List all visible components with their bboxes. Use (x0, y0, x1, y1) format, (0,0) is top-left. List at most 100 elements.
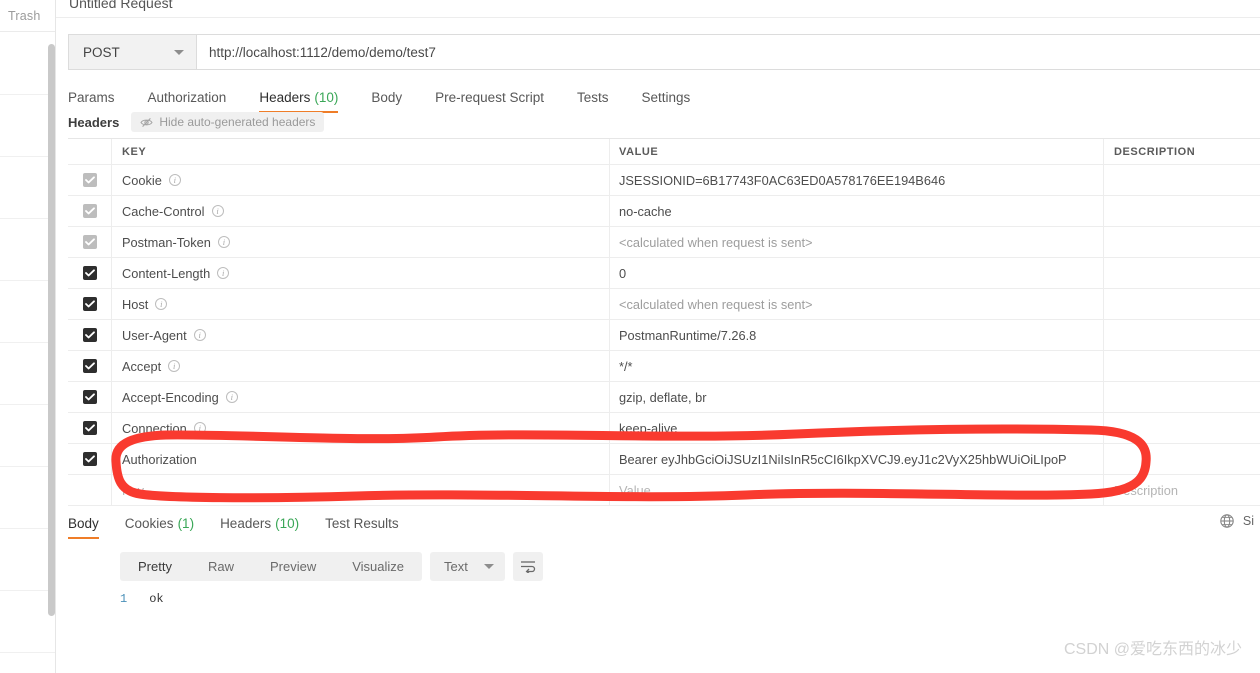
tab-params[interactable]: Params (68, 86, 115, 113)
tab-pre-request-script[interactable]: Pre-request Script (435, 86, 544, 113)
row-checkbox-cell (68, 351, 112, 381)
method-select[interactable]: POST (68, 34, 196, 70)
list-item[interactable] (0, 405, 55, 467)
tab-label: Tests (576, 90, 609, 105)
row-key-cell[interactable]: Content-Length i (112, 258, 610, 288)
row-key-cell[interactable]: User-Agent i (112, 320, 610, 350)
checkbox-icon[interactable] (82, 452, 97, 466)
tab-body[interactable]: Body (371, 86, 402, 113)
view-mode-pretty[interactable]: Pretty (120, 552, 190, 581)
wrap-lines-button[interactable] (512, 552, 543, 581)
view-mode-preview[interactable]: Preview (252, 552, 334, 581)
row-key-cell[interactable]: Host i (112, 289, 610, 319)
row-value-cell[interactable]: keep-alive (610, 413, 1104, 443)
list-item[interactable] (0, 591, 55, 653)
table-row[interactable]: Accept i */* (68, 351, 1260, 382)
row-key-cell[interactable]: Cache-Control i (112, 196, 610, 226)
response-tab-test-results[interactable]: Test Results (325, 512, 399, 539)
list-item[interactable] (0, 529, 55, 591)
info-icon[interactable]: i (155, 298, 168, 310)
list-item[interactable] (0, 33, 55, 95)
view-mode-raw[interactable]: Raw (190, 552, 252, 581)
row-key-cell[interactable]: Accept i (112, 351, 610, 381)
table-row[interactable]: Authorization Bearer eyJhbGciOiJSUzI1NiIs… (68, 444, 1260, 475)
table-row[interactable]: Accept-Encoding i gzip, deflate, br (68, 382, 1260, 413)
info-icon[interactable]: i (168, 360, 181, 372)
table-row-new[interactable]: Key Value Description (68, 475, 1260, 506)
row-key-cell[interactable]: Postman-Token i (112, 227, 610, 257)
row-description-cell[interactable] (1104, 289, 1260, 319)
row-value-cell[interactable]: PostmanRuntime/7.26.8 (610, 320, 1104, 350)
info-icon[interactable]: i (217, 267, 230, 279)
row-key-cell[interactable]: Connection i (112, 413, 610, 443)
tab-headers[interactable]: Headers (10) (259, 86, 339, 113)
list-item[interactable] (0, 219, 55, 281)
tab-authorization[interactable]: Authorization (148, 86, 227, 113)
new-row-description-input[interactable]: Description (1104, 475, 1260, 505)
row-value-cell[interactable]: 0 (610, 258, 1104, 288)
info-icon[interactable]: i (193, 422, 206, 434)
checkbox-icon[interactable] (82, 266, 97, 280)
tab-settings[interactable]: Settings (641, 86, 690, 113)
hide-auto-generated-headers-button[interactable]: Hide auto-generated headers (131, 112, 325, 132)
response-format-select[interactable]: Text (430, 552, 505, 581)
table-row[interactable]: User-Agent i PostmanRuntime/7.26.8 (68, 320, 1260, 351)
row-description-cell[interactable] (1104, 258, 1260, 288)
url-input[interactable]: http://localhost:1112/demo/demo/test7 (196, 34, 1260, 70)
checkbox-icon[interactable] (82, 390, 97, 404)
globe-icon[interactable] (1219, 513, 1235, 529)
table-row[interactable]: Cookie i JSESSIONID=6B17743F0AC63ED0A57817… (68, 165, 1260, 196)
row-description-cell[interactable] (1104, 351, 1260, 381)
row-value-cell[interactable]: */* (610, 351, 1104, 381)
row-description-cell[interactable] (1104, 165, 1260, 195)
row-value-cell[interactable]: Bearer eyJhbGciOiJSUzI1NiIsInR5cCI6IkpXV… (610, 444, 1104, 474)
row-description-cell[interactable] (1104, 382, 1260, 412)
table-row[interactable]: Cache-Control i no-cache (68, 196, 1260, 227)
sidebar-scrollbar[interactable] (48, 44, 55, 616)
view-mode-visualize[interactable]: Visualize (334, 552, 422, 581)
row-description-cell[interactable] (1104, 227, 1260, 257)
table-row[interactable]: Content-Length i 0 (68, 258, 1260, 289)
row-key-cell[interactable]: Authorization (112, 444, 610, 474)
info-icon[interactable]: i (168, 174, 181, 186)
table-row[interactable]: Connection i keep-alive (68, 413, 1260, 444)
checkbox-icon[interactable] (82, 359, 97, 373)
row-key-cell[interactable]: Accept-Encoding i (112, 382, 610, 412)
checkbox-icon[interactable] (82, 421, 97, 435)
row-description-cell[interactable] (1104, 444, 1260, 474)
row-key-cell[interactable]: Cookie i (112, 165, 610, 195)
checkbox-icon[interactable] (82, 297, 97, 311)
info-icon[interactable]: i (211, 205, 224, 217)
row-description-cell[interactable] (1104, 413, 1260, 443)
row-value-cell[interactable]: <calculated when request is sent> (610, 289, 1104, 319)
row-value-cell[interactable]: <calculated when request is sent> (610, 227, 1104, 257)
new-row-key-input[interactable]: Key (112, 475, 610, 505)
row-key-text: Authorization (122, 451, 197, 467)
table-row[interactable]: Host i <calculated when request is sent> (68, 289, 1260, 320)
info-icon[interactable]: i (217, 236, 230, 248)
list-item[interactable] (0, 281, 55, 343)
row-description-cell[interactable] (1104, 320, 1260, 350)
row-value-cell[interactable]: JSESSIONID=6B17743F0AC63ED0A578176EE194B… (610, 165, 1104, 195)
tab-tests[interactable]: Tests (577, 86, 609, 113)
new-row-value-input[interactable]: Value (610, 475, 1104, 505)
sidebar-list[interactable] (0, 33, 55, 673)
list-item[interactable] (0, 467, 55, 529)
checkbox-icon[interactable] (82, 173, 97, 187)
row-description-cell[interactable] (1104, 196, 1260, 226)
row-value-cell[interactable]: gzip, deflate, br (610, 382, 1104, 412)
list-item[interactable] (0, 95, 55, 157)
info-icon[interactable]: i (193, 329, 206, 341)
checkbox-icon[interactable] (82, 204, 97, 218)
page-title: Untitled Request (69, 0, 173, 11)
list-item[interactable] (0, 157, 55, 219)
info-icon[interactable]: i (225, 391, 238, 403)
checkbox-icon[interactable] (82, 328, 97, 342)
response-tab-cookies[interactable]: Cookies (1) (125, 512, 194, 539)
response-tab-body[interactable]: Body (68, 512, 99, 539)
row-value-cell[interactable]: no-cache (610, 196, 1104, 226)
response-tab-headers[interactable]: Headers (10) (220, 512, 299, 539)
checkbox-icon[interactable] (82, 235, 97, 249)
list-item[interactable] (0, 343, 55, 405)
table-row[interactable]: Postman-Token i <calculated when request i… (68, 227, 1260, 258)
